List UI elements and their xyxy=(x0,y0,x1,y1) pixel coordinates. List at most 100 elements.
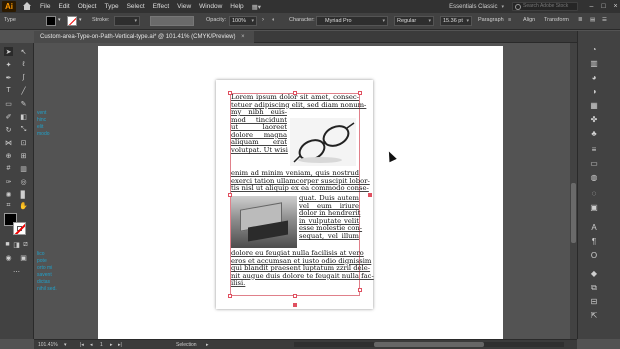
character-panel-icon[interactable]: A xyxy=(588,223,600,233)
body-text-middle[interactable]: enim ad minim veniam, quis nostrud exerc… xyxy=(231,169,370,193)
zoom-level[interactable]: 101.41% xyxy=(38,342,58,348)
direct-selection-tool-icon[interactable]: ↖ xyxy=(19,47,28,56)
scrollbar-thumb[interactable] xyxy=(374,342,484,347)
home-icon[interactable] xyxy=(22,1,32,12)
line-tool-icon[interactable]: ╱ xyxy=(19,86,28,95)
perspective-grid-tool-icon[interactable]: ⊞ xyxy=(19,151,28,160)
font-family-field[interactable]: Myriad Pro xyxy=(316,16,388,26)
overflow-indicator[interactable] xyxy=(293,303,297,307)
chevron-right-icon[interactable]: › xyxy=(262,17,264,23)
variable-width-profile[interactable] xyxy=(150,16,194,26)
brushes-icon[interactable]: ✤ xyxy=(588,115,600,125)
vertical-scrollbar[interactable] xyxy=(570,43,577,339)
font-size-field[interactable]: 15.36 pt xyxy=(440,16,472,26)
gradient-panel-icon[interactable]: ▭ xyxy=(588,159,600,169)
next-artboard-icon[interactable]: ▸ xyxy=(110,342,113,348)
transform-label[interactable]: Transform xyxy=(544,17,569,23)
type-tool-icon[interactable]: T xyxy=(4,86,13,95)
stroke-weight-field[interactable] xyxy=(114,16,140,26)
paragraph-panel-icon[interactable]: ¶ xyxy=(588,237,600,247)
rectangle-tool-icon[interactable]: ▭ xyxy=(4,99,13,108)
character-label[interactable]: Character: xyxy=(289,17,315,23)
align-label[interactable]: Align xyxy=(523,17,535,23)
paragraph-label[interactable]: Paragraph xyxy=(478,17,504,23)
maximize-icon[interactable]: □ xyxy=(599,2,608,12)
menu-file[interactable]: File xyxy=(40,3,50,10)
scale-tool-icon[interactable]: ⤡ xyxy=(19,125,28,134)
isolate-icon[interactable]: ▤ xyxy=(590,17,595,23)
free-transform-tool-icon[interactable]: ⊡ xyxy=(19,138,28,147)
layers-icon[interactable]: ◆ xyxy=(588,269,600,279)
arrange-documents-icon[interactable]: ▦▾ xyxy=(252,3,261,11)
graph-tool-icon[interactable]: ▊ xyxy=(19,190,28,199)
body-text-top[interactable]: Lorem ipsum dolor sit amet, consec- tetu… xyxy=(231,93,366,109)
screen-mode-icon[interactable]: ▣ xyxy=(19,253,28,262)
artboard-tool-icon[interactable]: ⌗ xyxy=(4,201,13,210)
body-text-bottom[interactable]: dolore eu feugiat nulla facilisis at ver… xyxy=(231,249,374,288)
chevron-down-icon[interactable]: ▾ xyxy=(64,342,67,348)
rotate-tool-icon[interactable]: ↻ xyxy=(4,125,13,134)
opentype-icon[interactable]: O xyxy=(588,251,600,261)
align-left-icon[interactable]: ≡ xyxy=(508,17,511,23)
artboards-icon[interactable]: ⧉ xyxy=(588,283,600,293)
chevron-down-icon[interactable]: ▾ xyxy=(501,4,504,10)
align-center-icon[interactable]: ≣ xyxy=(578,17,583,23)
stroke-color-swatch[interactable] xyxy=(67,16,77,26)
shaper-tool-icon[interactable]: ✐ xyxy=(4,112,13,121)
blend-tool-icon[interactable]: ◎ xyxy=(19,177,28,186)
lasso-tool-icon[interactable]: ℓ xyxy=(19,60,28,69)
none-mode-icon[interactable]: ⧄ xyxy=(21,240,30,249)
font-style-field[interactable]: Regular xyxy=(394,16,434,26)
body-text-right-of-printer[interactable]: quat. Duis autem vel eum iriure dolor in… xyxy=(299,194,362,241)
eyedropper-tool-icon[interactable]: ✑ xyxy=(4,177,13,186)
close-tab-icon[interactable]: × xyxy=(241,34,245,40)
libraries-icon[interactable]: ▥ xyxy=(588,59,600,69)
document-tab[interactable]: Custom-area-Type-on-Path-Vertical-type.a… xyxy=(34,31,254,43)
edit-toolbar-icon[interactable]: ⋯ xyxy=(12,267,21,276)
chevron-down-icon[interactable]: ▾ xyxy=(79,17,82,23)
menu-view[interactable]: View xyxy=(177,3,191,10)
scrollbar-thumb[interactable] xyxy=(571,183,576,243)
menu-select[interactable]: Select xyxy=(127,3,145,10)
menu-window[interactable]: Window xyxy=(199,3,222,10)
body-text-left-of-glasses[interactable]: my nibh euis- mod tincidunt ut laoreet d… xyxy=(231,108,288,155)
opacity-field[interactable]: 100% xyxy=(229,16,257,26)
draw-mode-icon[interactable]: ◉ xyxy=(4,253,13,262)
horizontal-scrollbar[interactable] xyxy=(294,342,564,347)
artboard-number[interactable]: 1 xyxy=(100,342,103,348)
menu-type[interactable]: Type xyxy=(104,3,118,10)
color-guide-icon[interactable]: ◑ xyxy=(588,87,600,97)
chevron-down-icon[interactable]: ▾ xyxy=(58,17,61,23)
chevron-right-icon[interactable]: ▸ xyxy=(206,342,209,348)
menu-effect[interactable]: Effect xyxy=(153,3,170,10)
pen-tool-icon[interactable]: ✒ xyxy=(4,73,13,82)
selection-tool-icon[interactable]: ➤ xyxy=(4,47,13,56)
width-tool-icon[interactable]: ⋈ xyxy=(4,138,13,147)
first-artboard-icon[interactable]: |◂ xyxy=(80,342,84,348)
paintbrush-tool-icon[interactable]: ✎ xyxy=(19,99,28,108)
color-mode-icon[interactable]: ■ xyxy=(3,240,12,249)
transparency-icon[interactable]: ◍ xyxy=(588,173,600,183)
panel-menu-icon[interactable]: ☰ xyxy=(602,17,607,23)
properties-icon[interactable]: ◔ xyxy=(588,45,600,55)
graphic-styles-icon[interactable]: ▣ xyxy=(588,203,600,213)
last-artboard-icon[interactable]: ▸| xyxy=(118,342,122,348)
bounding-box-handle[interactable] xyxy=(293,91,297,95)
stroke-panel-icon[interactable]: ≡ xyxy=(588,145,600,155)
gradient-tool-icon[interactable]: ▥ xyxy=(19,164,28,173)
menu-object[interactable]: Object xyxy=(78,3,97,10)
menu-edit[interactable]: Edit xyxy=(58,3,69,10)
fill-color-swatch[interactable] xyxy=(46,16,56,26)
magic-wand-tool-icon[interactable]: ✦ xyxy=(4,60,13,69)
stroke-swatch[interactable] xyxy=(13,222,26,235)
bounding-box-handle[interactable] xyxy=(228,294,232,298)
hand-tool-icon[interactable]: ✋ xyxy=(19,201,28,210)
symbols-icon[interactable]: ♣ xyxy=(588,129,600,139)
gradient-mode-icon[interactable]: ◨ xyxy=(12,240,21,249)
bounding-box-handle[interactable] xyxy=(228,91,232,95)
workspace-switcher[interactable]: Essentials Classic xyxy=(449,4,497,10)
menu-help[interactable]: Help xyxy=(230,3,243,10)
links-icon[interactable]: ⊟ xyxy=(588,297,600,307)
swatches-icon[interactable]: ▦ xyxy=(588,101,600,111)
bounding-box-handle[interactable] xyxy=(293,294,297,298)
